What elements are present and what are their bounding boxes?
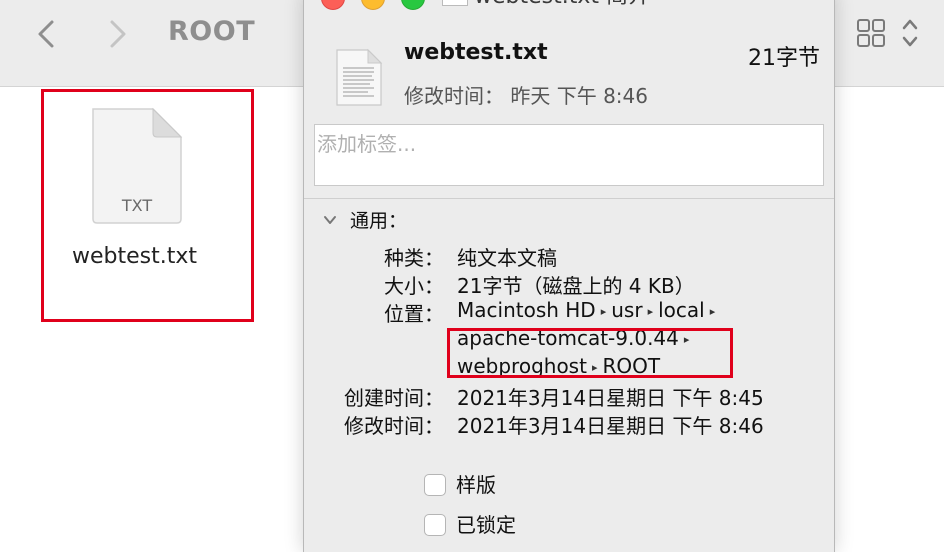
- title-document-icon: [442, 0, 468, 6]
- path-arrow-icon: ▸: [709, 305, 716, 318]
- zoom-button[interactable]: [401, 0, 425, 10]
- kind-label: 种类：: [384, 246, 444, 270]
- locked-label: 已锁定: [456, 513, 516, 537]
- path-segment: Macintosh HD: [457, 298, 596, 322]
- where-path-line1: Macintosh HD ▸ usr ▸ local ▸: [457, 298, 720, 322]
- minimize-button[interactable]: [361, 0, 385, 10]
- file-type-label: TXT: [121, 196, 152, 215]
- close-button[interactable]: [321, 0, 345, 10]
- info-modified-summary: 修改时间： 昨天 下午 8:46: [404, 84, 648, 108]
- size-label: 大小：: [384, 274, 444, 298]
- stationery-checkbox[interactable]: [424, 474, 446, 496]
- divider: [304, 198, 834, 199]
- path-segment: usr: [611, 298, 643, 322]
- modified-label: 修改时间：: [344, 414, 444, 438]
- view-options-chevron-icon[interactable]: [900, 16, 920, 50]
- path-highlight-box: [447, 328, 733, 378]
- info-file-size: 21字节: [748, 46, 820, 71]
- path-arrow-icon: ▸: [647, 305, 654, 318]
- icon-view-icon[interactable]: [856, 18, 886, 48]
- file-name-label: webtest.txt: [72, 244, 198, 269]
- path-segment: local: [658, 298, 705, 322]
- finder-window-title: ROOT: [168, 16, 256, 47]
- locked-checkbox[interactable]: [424, 514, 446, 536]
- where-label: 位置：: [384, 302, 444, 326]
- info-window: webtest.txt 简介 webtest.txt 21字节 修改时间： 昨天…: [303, 0, 835, 552]
- general-section-header[interactable]: 通用：: [350, 206, 407, 233]
- tags-input[interactable]: 添加标签...: [314, 124, 824, 186]
- modified-value: 2021年3月14日星期日 下午 8:46: [457, 414, 764, 438]
- text-document-icon: TXT: [92, 107, 183, 224]
- chevron-down-icon[interactable]: [322, 212, 338, 228]
- size-value: 21字节（磁盘上的 4 KB）: [457, 274, 695, 298]
- path-arrow-icon: ▸: [600, 305, 607, 318]
- file-header-icon: [336, 48, 383, 106]
- forward-icon[interactable]: [104, 16, 132, 52]
- file-item-webtest[interactable]: TXT webtest.txt: [41, 89, 254, 322]
- kind-value: 纯文本文稿: [457, 246, 557, 270]
- info-window-title: webtest.txt 简介: [474, 0, 650, 10]
- created-label: 创建时间：: [344, 386, 444, 410]
- stationery-label: 样版: [456, 473, 496, 497]
- back-icon[interactable]: [32, 16, 60, 52]
- info-file-name: webtest.txt: [404, 40, 548, 65]
- created-value: 2021年3月14日星期日 下午 8:45: [457, 386, 764, 410]
